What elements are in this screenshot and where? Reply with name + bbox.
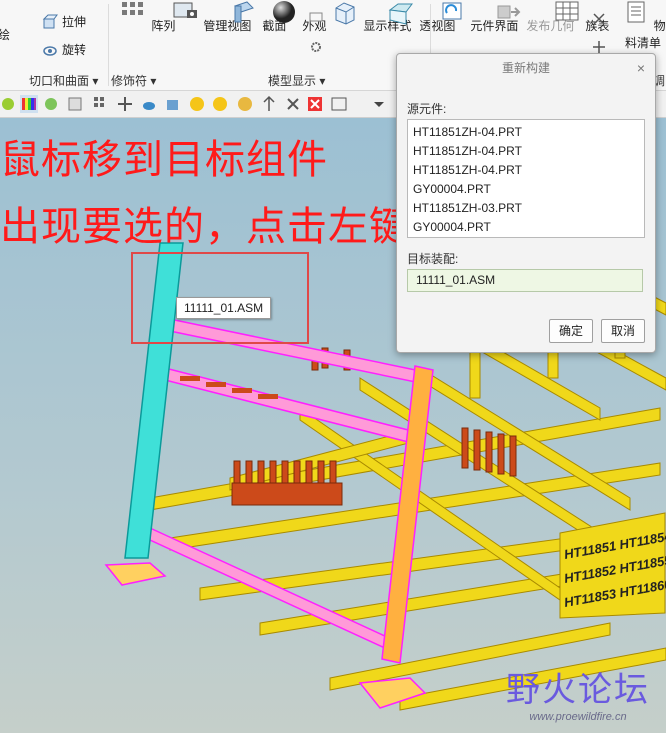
restructure-dialog: 重新构建 × 源元件: HT11851ZH-04.PRT HT11851ZH-0… [396,53,656,353]
list-item[interactable]: HT11851ZH-04.PRT [408,142,644,161]
plus-icon [593,41,605,53]
source-label: 源元件: [407,102,447,116]
watermark: 野火论坛 www.proewildfire.cn [506,662,650,723]
teapot-icon[interactable] [140,95,158,113]
smiley-icon[interactable] [211,95,229,113]
sketch-label: 绘 [0,28,11,42]
bom-button[interactable]: 物料清单 [620,0,666,51]
group-modifiers[interactable]: 修饰符 ▾ [111,72,156,89]
bom-icon [627,1,645,23]
extrude-label: 拉伸 [62,15,87,29]
manage-views-icon [173,2,197,18]
cancel-button[interactable]: 取消 [601,319,645,343]
group-model-display[interactable]: 模型显示 ▾ [268,72,325,89]
family-table-icon [555,1,579,21]
close-icon[interactable]: × [637,54,645,82]
separator [108,4,109,86]
close-red-icon[interactable] [306,95,324,113]
delete-icon[interactable] [284,95,302,113]
color-spectrum-icon[interactable] [20,95,38,113]
pattern-button[interactable]: 阵列 [118,0,175,34]
list-item[interactable]: GY00004.PRT [408,218,644,237]
annotation-line-1: 鼠标移到目标组件 [0,138,328,182]
target-label: 目标装配: [407,252,459,266]
list-item[interactable]: HT11851ZH-04.PRT [408,161,644,180]
hover-tooltip: 11111_01.ASM [176,297,272,319]
list-item[interactable]: GY00004.PRT [408,180,644,199]
extrude-icon [42,14,58,28]
ribbon-sketch-button[interactable]: 绘 [0,26,10,43]
dialog-title: 重新构建 [501,61,550,75]
group-cut-surface[interactable]: 切口和曲面 ▾ [29,72,98,89]
list-item[interactable]: HT11851ZH-04.PRT [408,123,644,142]
extrude-button[interactable]: 拉伸 [42,13,86,30]
view-icon[interactable] [164,95,182,113]
zoom-icon[interactable] [0,95,18,113]
filter-icon[interactable] [66,95,84,113]
display-tool-2[interactable] [309,40,323,54]
source-list[interactable]: HT11851ZH-04.PRT HT11851ZH-04.PRT HT1185… [407,119,645,238]
pan-icon[interactable] [116,95,134,113]
display-tool-1[interactable] [309,10,323,24]
target-assembly-field[interactable]: 11111_01.ASM [407,269,643,292]
display-icon [309,12,323,22]
pattern-icon [122,2,143,15]
revolve-icon [43,45,57,56]
gear-icon [311,42,321,52]
ok-button[interactable]: 确定 [549,319,593,343]
grid-icon[interactable] [92,95,110,113]
component-interface-icon [442,2,462,20]
perspective-icon [388,3,413,25]
revolve-button[interactable]: 旋转 [42,41,86,58]
layout-icon[interactable] [330,95,348,113]
list-item[interactable]: HT11851ZH-03.PRT [408,199,644,218]
sphere-icon[interactable] [42,95,60,113]
tool-plus[interactable] [592,40,606,54]
switch-icon [593,13,605,25]
revolve-label: 旋转 [62,43,87,57]
watermark-name: 野火论坛 [506,671,650,709]
face-icon[interactable] [236,95,254,113]
move-icon[interactable] [260,95,278,113]
appearance-icon [273,1,295,23]
tool-switch[interactable] [592,12,606,26]
display-style-icon [335,2,355,25]
watermark-url: www.proewildfire.cn [529,711,627,723]
publish-geometry-icon [497,5,521,19]
smiley-icon[interactable] [188,95,206,113]
chevron-down-icon[interactable] [370,95,388,113]
dialog-titlebar[interactable]: 重新构建 × [397,54,655,82]
section-icon [234,1,254,23]
